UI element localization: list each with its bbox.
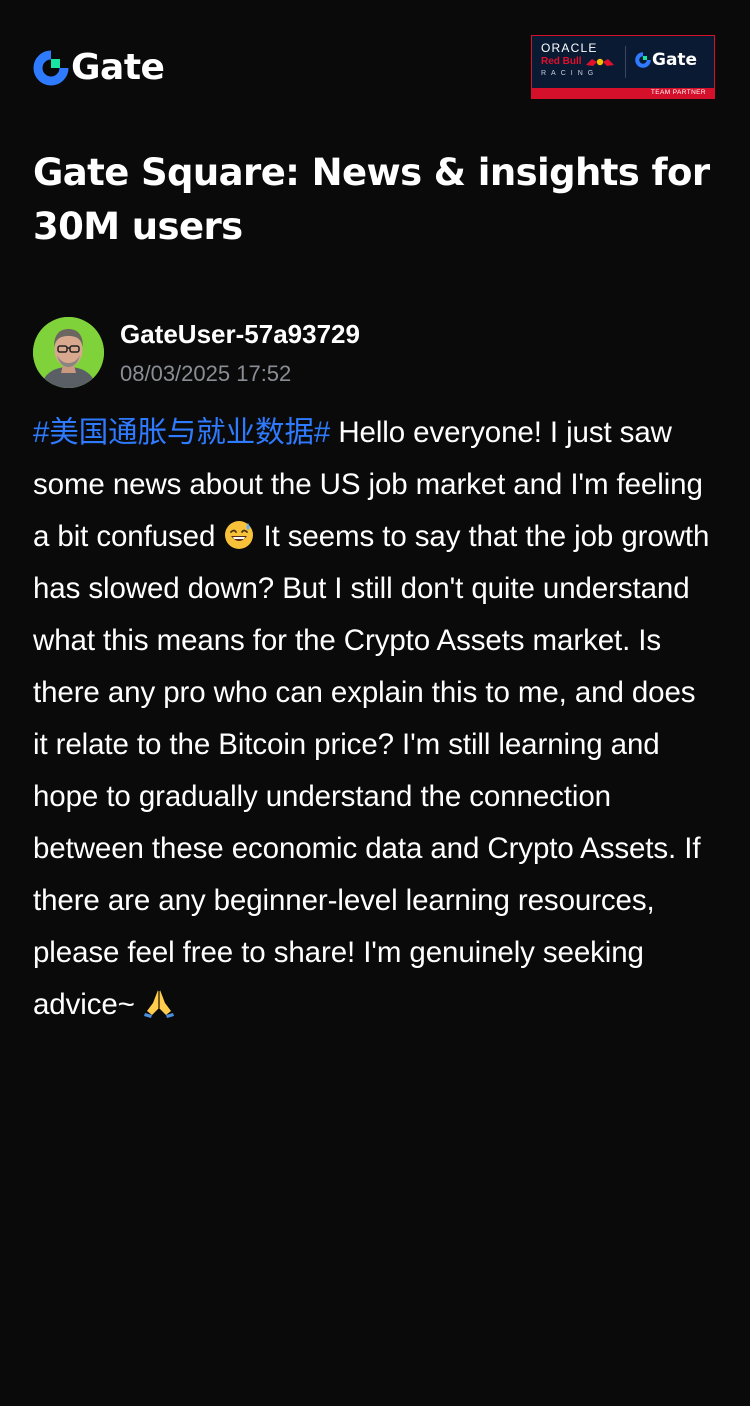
avatar-portrait-icon (33, 317, 104, 388)
post-author: GateUser-57a93729 08/03/2025 17:52 (33, 317, 713, 389)
post-text-part-2: It seems to say that the job growth has … (33, 520, 710, 1021)
redbull-text: Red Bull (541, 56, 582, 67)
oracle-text: ORACLE (541, 41, 598, 55)
header: Gate ORACLE Red Bull RACING Gate TEAM PA… (33, 34, 715, 102)
team-partner-banner[interactable]: ORACLE Red Bull RACING Gate TEAM PARTNER (531, 35, 715, 99)
team-partner-badge: TEAM PARTNER (532, 88, 714, 98)
partner-gate-icon (635, 52, 651, 68)
redbull-line: Red Bull (541, 55, 619, 69)
partner-gate-logo: Gate (635, 50, 697, 70)
gate-logo[interactable]: Gate (33, 47, 165, 88)
gate-logo-text: Gate (71, 47, 165, 88)
partner-divider (625, 46, 626, 78)
post-timestamp: 08/03/2025 17:52 (120, 361, 292, 386)
page: Gate ORACLE Red Bull RACING Gate TEAM PA… (0, 0, 750, 1406)
post-body: #美国通胀与就业数据# Hello everyone! I just saw s… (33, 407, 717, 1031)
author-name[interactable]: GateUser-57a93729 (120, 317, 360, 351)
redbull-bull-icon (585, 58, 614, 66)
partner-gate-text: Gate (652, 50, 698, 70)
page-title: Gate Square: News & insights for 30M use… (33, 151, 710, 248)
sweat-smile-emoji-icon (225, 521, 254, 549)
oracle-redbull-logo: ORACLE Red Bull RACING (541, 42, 619, 79)
avatar[interactable] (33, 317, 104, 388)
gate-logo-icon (33, 50, 69, 86)
racing-text: RACING (541, 70, 599, 77)
folded-hands-emoji-icon (143, 990, 174, 1018)
post-hashtag[interactable]: #美国通胀与就业数据# (33, 416, 330, 449)
